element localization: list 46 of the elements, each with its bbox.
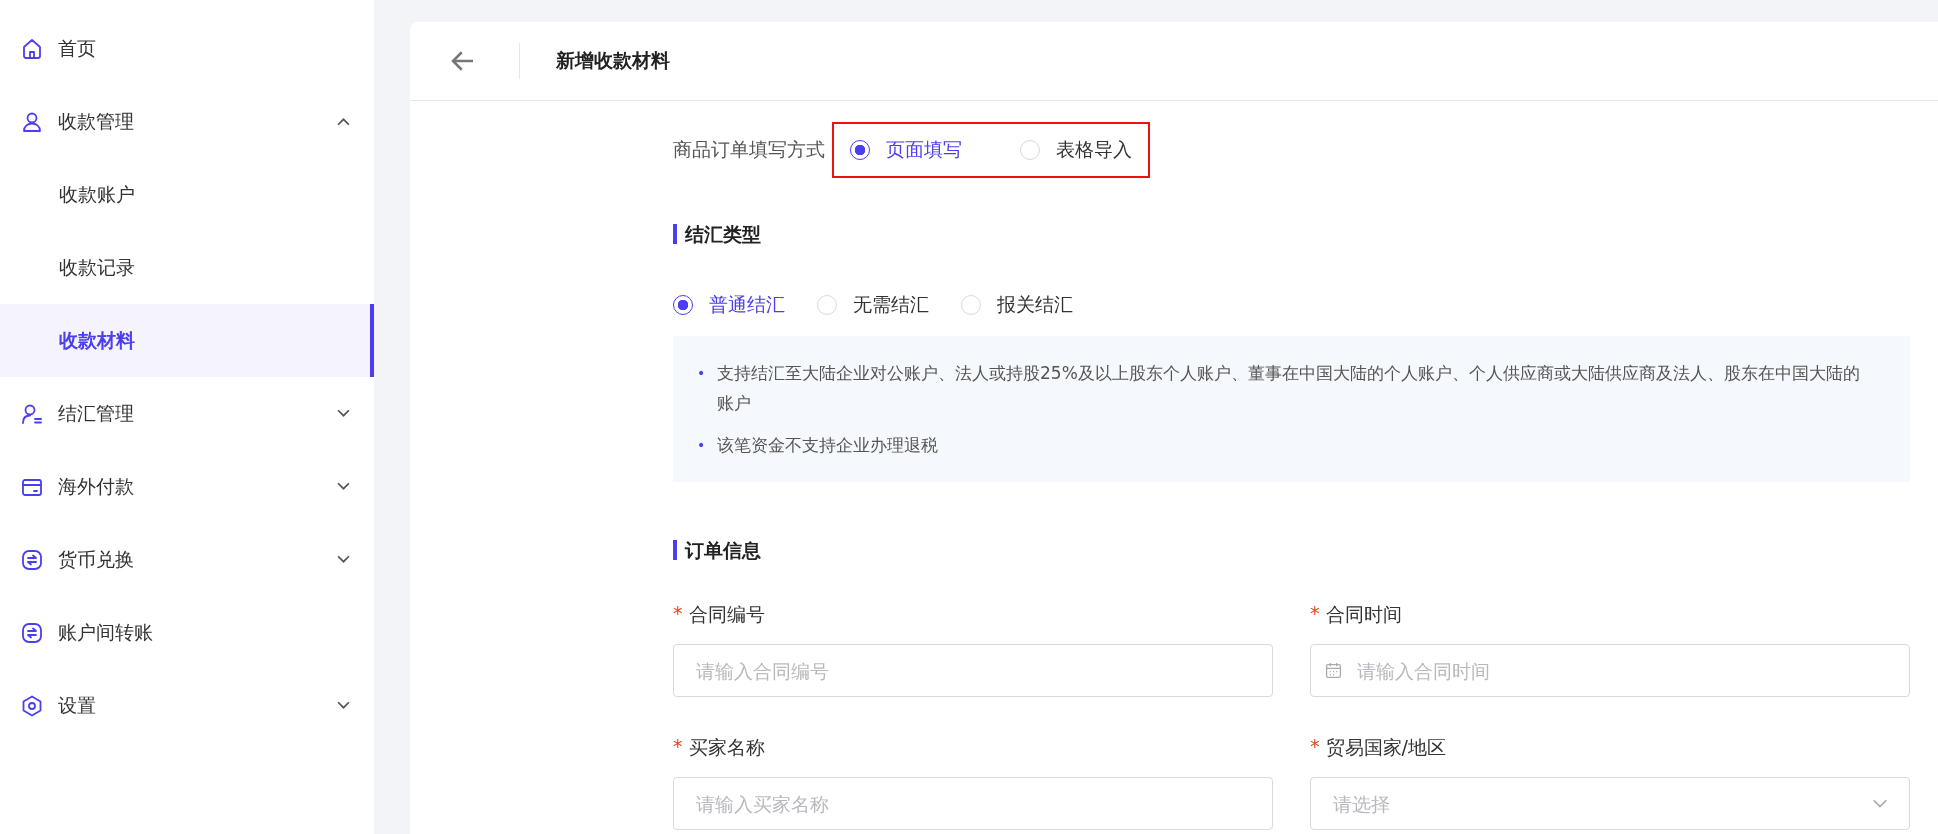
- date-field[interactable]: 请输入合同时间: [1310, 644, 1910, 697]
- field-label: 贸易国家/地区: [1325, 735, 1446, 760]
- bullet: •: [697, 436, 707, 455]
- radio-option[interactable]: 页面填写: [850, 137, 962, 163]
- field-label: 合同时间: [1325, 602, 1402, 627]
- info-note: 支持结汇至大陆企业对公账户、法人或持股25%及以上股东个人账户、董事在中国大陆的个人账户、个人供应商或大陆供应商及法人、股东在中国大陆的账户: [717, 362, 1861, 415]
- field-label: 合同编号: [688, 602, 765, 627]
- chevron-down-icon: [337, 482, 350, 491]
- sidebar-item[interactable]: 首页: [0, 12, 374, 85]
- sidebar-item[interactable]: 货币兑换: [0, 523, 374, 596]
- input-field[interactable]: 请输入合同编号: [673, 644, 1273, 697]
- select-field[interactable]: 请选择: [1310, 777, 1910, 830]
- chevron-down-icon: [337, 555, 350, 564]
- settings-icon: [20, 693, 44, 718]
- required-asterisk: *: [673, 602, 683, 626]
- required-asterisk: *: [673, 735, 683, 759]
- sidebar-item[interactable]: 账户间转账: [0, 596, 374, 669]
- required-asterisk: *: [1310, 602, 1320, 626]
- sidebar-item[interactable]: 设置: [0, 669, 374, 742]
- section-title: 订单信息: [673, 540, 1910, 560]
- home-icon: [20, 36, 44, 61]
- radio-option[interactable]: 普通结汇: [673, 292, 785, 318]
- exchange-icon: [20, 547, 44, 572]
- field-label: 商品订单填写方式: [673, 137, 825, 162]
- section-title: 结汇类型: [673, 224, 1910, 244]
- bullet: •: [697, 364, 707, 383]
- exchange-icon: [20, 620, 44, 645]
- radio-option[interactable]: 报关结汇: [961, 292, 1073, 318]
- page-title: 新增收款材料: [556, 48, 670, 73]
- sidebar-item[interactable]: 收款管理: [0, 85, 374, 158]
- chevron-up-icon: [337, 117, 350, 126]
- sidebar-subitem[interactable]: 收款记录: [0, 231, 374, 304]
- chevron-down-icon: [1872, 799, 1888, 809]
- required-asterisk: *: [1310, 735, 1320, 759]
- sidebar-subitem[interactable]: 收款账户: [0, 158, 374, 231]
- chevron-down-icon: [337, 409, 350, 418]
- radio-option[interactable]: 无需结汇: [817, 292, 929, 318]
- chevron-down-icon: [337, 701, 350, 710]
- info-note: 该笔资金不支持企业办理退税: [717, 434, 939, 457]
- sidebar-item[interactable]: 海外付款: [0, 450, 374, 523]
- sidebar-subitem[interactable]: 收款材料: [0, 304, 374, 377]
- radio-option[interactable]: 表格导入: [1020, 137, 1132, 163]
- input-field[interactable]: 请输入买家名称: [673, 777, 1273, 830]
- calendar-icon: [1325, 662, 1342, 679]
- field-label: 买家名称: [688, 735, 765, 760]
- sidebar-item[interactable]: 结汇管理: [0, 377, 374, 450]
